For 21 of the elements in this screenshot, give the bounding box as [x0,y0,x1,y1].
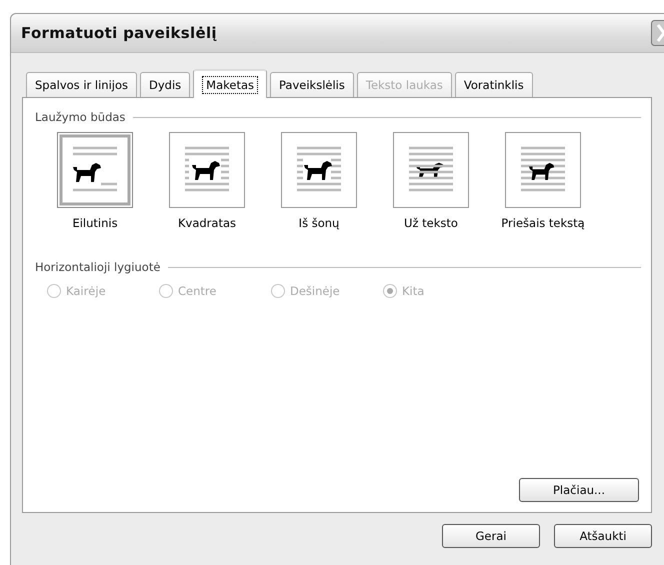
dialog-button[interactable]: Gerai [442,524,540,548]
tab[interactable]: Paveikslėlis [270,72,354,97]
dog-text-wrap-icon [393,132,469,208]
group-label: Laužymo būdas [35,110,126,124]
dog-text-wrap-icon [57,132,133,208]
tab[interactable]: Maketas [193,69,268,98]
more-button[interactable]: Plačiau... [519,478,639,502]
tab[interactable]: Voratinklis [454,72,533,97]
group-label: Horizontalioji lygiuotė [35,260,160,274]
wrap-style-option[interactable]: Iš šonų [269,132,369,230]
dog-text-wrap-icon [281,132,357,208]
wrap-style-option[interactable]: Priešais tekstą [493,132,593,230]
wrap-style-option[interactable]: Kvadratas [157,132,257,230]
dog-text-wrap-icon [505,132,581,208]
tab[interactable]: Spalvos ir linijos [26,72,138,97]
tab[interactable]: Dydis [140,72,190,97]
wrap-style-option[interactable]: Eilutinis [45,132,145,230]
dialog-button[interactable]: Atšaukti [554,524,652,548]
wrap-style-option[interactable]: Už teksto [381,132,481,230]
window-title: Formatuoti paveikslėlį [21,24,217,42]
dog-text-wrap-icon [169,132,245,208]
